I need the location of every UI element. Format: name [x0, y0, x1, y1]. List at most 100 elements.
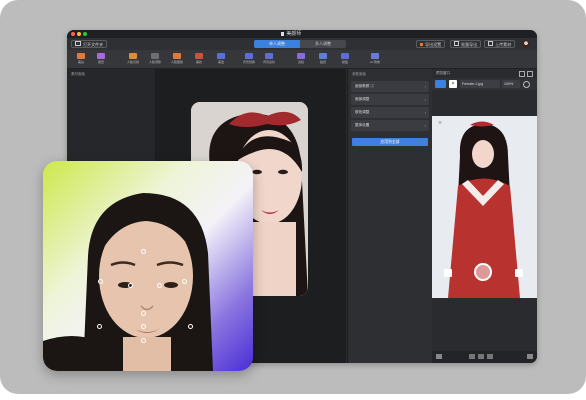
- upload-button[interactable]: 上传素材: [484, 40, 516, 48]
- section-face-beauty[interactable]: 面部美颜 ⓘ ›: [351, 81, 429, 92]
- preview-bottom-bar: [432, 351, 537, 363]
- landmark-forehead[interactable]: [141, 249, 146, 254]
- orange-circle-icon: [77, 53, 85, 59]
- export-settings-button[interactable]: 导出设置: [416, 40, 446, 48]
- tool-4[interactable]: 人脸瘦脸: [167, 53, 187, 67]
- tool-label: 磨皮: [97, 60, 104, 64]
- layers-icon: [265, 53, 273, 59]
- tool-label: 背景虚化: [262, 60, 275, 64]
- export-icon: [420, 43, 423, 46]
- landmark-left-jaw[interactable]: [97, 324, 102, 329]
- preview-image[interactable]: ×: [432, 116, 537, 298]
- landmark-right-eye-outer[interactable]: [182, 279, 187, 284]
- face-landmark-card: [43, 161, 253, 371]
- grid-icon: [151, 53, 159, 59]
- purple-square-icon: [97, 53, 105, 59]
- maximize-window-icon[interactable]: [83, 32, 87, 36]
- tool-label: AI 特效: [370, 60, 380, 64]
- landmark-lip-top[interactable]: [141, 324, 146, 329]
- open-folder-button[interactable]: 打开文件夹: [71, 40, 108, 48]
- chevron-right-icon: ›: [424, 84, 426, 89]
- tool-3[interactable]: 人脸调整: [145, 53, 165, 67]
- tool-7[interactable]: 背景替换: [239, 53, 259, 67]
- landmark-left-eye-outer[interactable]: [98, 279, 103, 284]
- apply-all-button[interactable]: 应用到全部: [352, 138, 428, 146]
- settings-icon[interactable]: [527, 354, 533, 359]
- window-title: 美颜师: [281, 30, 301, 38]
- section-overall-settings[interactable]: 整体设置 ›: [351, 120, 429, 131]
- compare-toggle-icon[interactable]: [435, 80, 446, 88]
- top-toolbar: 打开文件夹 单人调整 多人调整 导出设置 批量导出 上传素材: [67, 38, 537, 50]
- detach-icon[interactable]: [527, 71, 533, 77]
- refresh-icon[interactable]: [523, 81, 530, 88]
- tab-single-adjust[interactable]: 单人调整: [254, 40, 300, 48]
- tool-label: 模板: [341, 60, 348, 64]
- tool-10[interactable]: 贴纸: [313, 53, 333, 67]
- grid-icon: [341, 53, 349, 59]
- left-panel-title: 素材面板: [71, 72, 85, 76]
- preview-panel: 预览窗口 × Female-1.jpg 100% ×: [432, 69, 537, 363]
- close-window-icon[interactable]: [71, 32, 75, 36]
- tool-11[interactable]: 模板: [335, 53, 355, 67]
- tool-0[interactable]: 美白: [71, 53, 91, 67]
- next-icon[interactable]: [487, 354, 493, 359]
- preview-toolbar: × Female-1.jpg 100%: [432, 78, 537, 90]
- parameter-panel: 参数面板 面部美颜 ⓘ › 面部调整 › 肤色调整 › 整体设置 › 应用到全部: [347, 69, 432, 363]
- folder-icon: [75, 41, 81, 46]
- prev-icon[interactable]: [469, 354, 475, 359]
- tool-12[interactable]: AI 特效: [365, 53, 385, 67]
- tool-label: 美妆: [195, 60, 202, 64]
- tool-6[interactable]: 美发: [211, 53, 231, 67]
- landmark-nose-tip[interactable]: [141, 311, 146, 316]
- tool-label: 美白: [77, 60, 84, 64]
- chevron-right-icon: ›: [424, 123, 426, 128]
- frame-icon: [245, 53, 253, 59]
- tool-label: 人脸调整: [148, 60, 161, 64]
- tool-label: 美发: [217, 60, 224, 64]
- batch-export-button[interactable]: 批量导出: [450, 40, 482, 48]
- tool-1[interactable]: 磨皮: [91, 53, 111, 67]
- minimize-window-icon[interactable]: [77, 32, 81, 36]
- flip-right-icon[interactable]: [515, 269, 523, 277]
- tool-label: 背景替换: [242, 60, 255, 64]
- landmark-right-eye-inner[interactable]: [157, 283, 162, 288]
- batch-icon: [454, 41, 459, 46]
- document-icon: [281, 31, 284, 36]
- grid-icon[interactable]: [436, 354, 442, 359]
- landmark-left-eye-inner[interactable]: [128, 283, 133, 288]
- face-illustration: [43, 161, 253, 371]
- tool-row: 美白 磨皮 人脸识别 人脸调整 人脸瘦脸 美妆 美发 背景替换 背景虚化 滤镜 贴纸 模板 AI 特效: [67, 50, 537, 69]
- tool-label: 滤镜: [297, 60, 304, 64]
- chevron-right-icon: ›: [424, 110, 426, 115]
- tool-9[interactable]: 滤镜: [291, 53, 311, 67]
- purple-square-icon: [297, 53, 305, 59]
- section-skin-adjust[interactable]: 肤色调整 ›: [351, 107, 429, 118]
- tool-5[interactable]: 美妆: [189, 53, 209, 67]
- file-select[interactable]: Female-1.jpg: [460, 80, 500, 88]
- flip-left-icon[interactable]: [444, 269, 452, 277]
- landmark-right-jaw[interactable]: [188, 324, 193, 329]
- upload-icon: [488, 41, 493, 46]
- red-face-icon: [195, 53, 203, 59]
- section-face-adjust[interactable]: 面部调整 ›: [351, 94, 429, 105]
- blue-square-icon: [319, 53, 327, 59]
- expand-icon[interactable]: [519, 71, 525, 77]
- tool-8[interactable]: 背景虚化: [259, 53, 279, 67]
- zoom-select[interactable]: 100%: [502, 80, 520, 88]
- blue-face-icon: [217, 53, 225, 59]
- landmark-chin[interactable]: [141, 338, 146, 343]
- close-icon[interactable]: ×: [438, 120, 442, 127]
- close-small-icon[interactable]: ×: [449, 80, 457, 88]
- compare-slider-handle[interactable]: [474, 263, 492, 281]
- tool-2[interactable]: 人脸识别: [123, 53, 143, 67]
- title-bar: 美颜师: [67, 30, 537, 38]
- sparkle-icon: [371, 53, 379, 59]
- preview-title: 预览窗口: [432, 69, 537, 78]
- tool-label: 人脸识别: [126, 60, 139, 64]
- chevron-right-icon: ›: [424, 97, 426, 102]
- user-avatar[interactable]: [522, 40, 530, 48]
- parameter-panel-title: 参数面板: [352, 72, 366, 76]
- play-icon[interactable]: [478, 354, 484, 359]
- tab-multi-adjust[interactable]: 多人调整: [300, 40, 346, 48]
- orange-face-icon: [173, 53, 181, 59]
